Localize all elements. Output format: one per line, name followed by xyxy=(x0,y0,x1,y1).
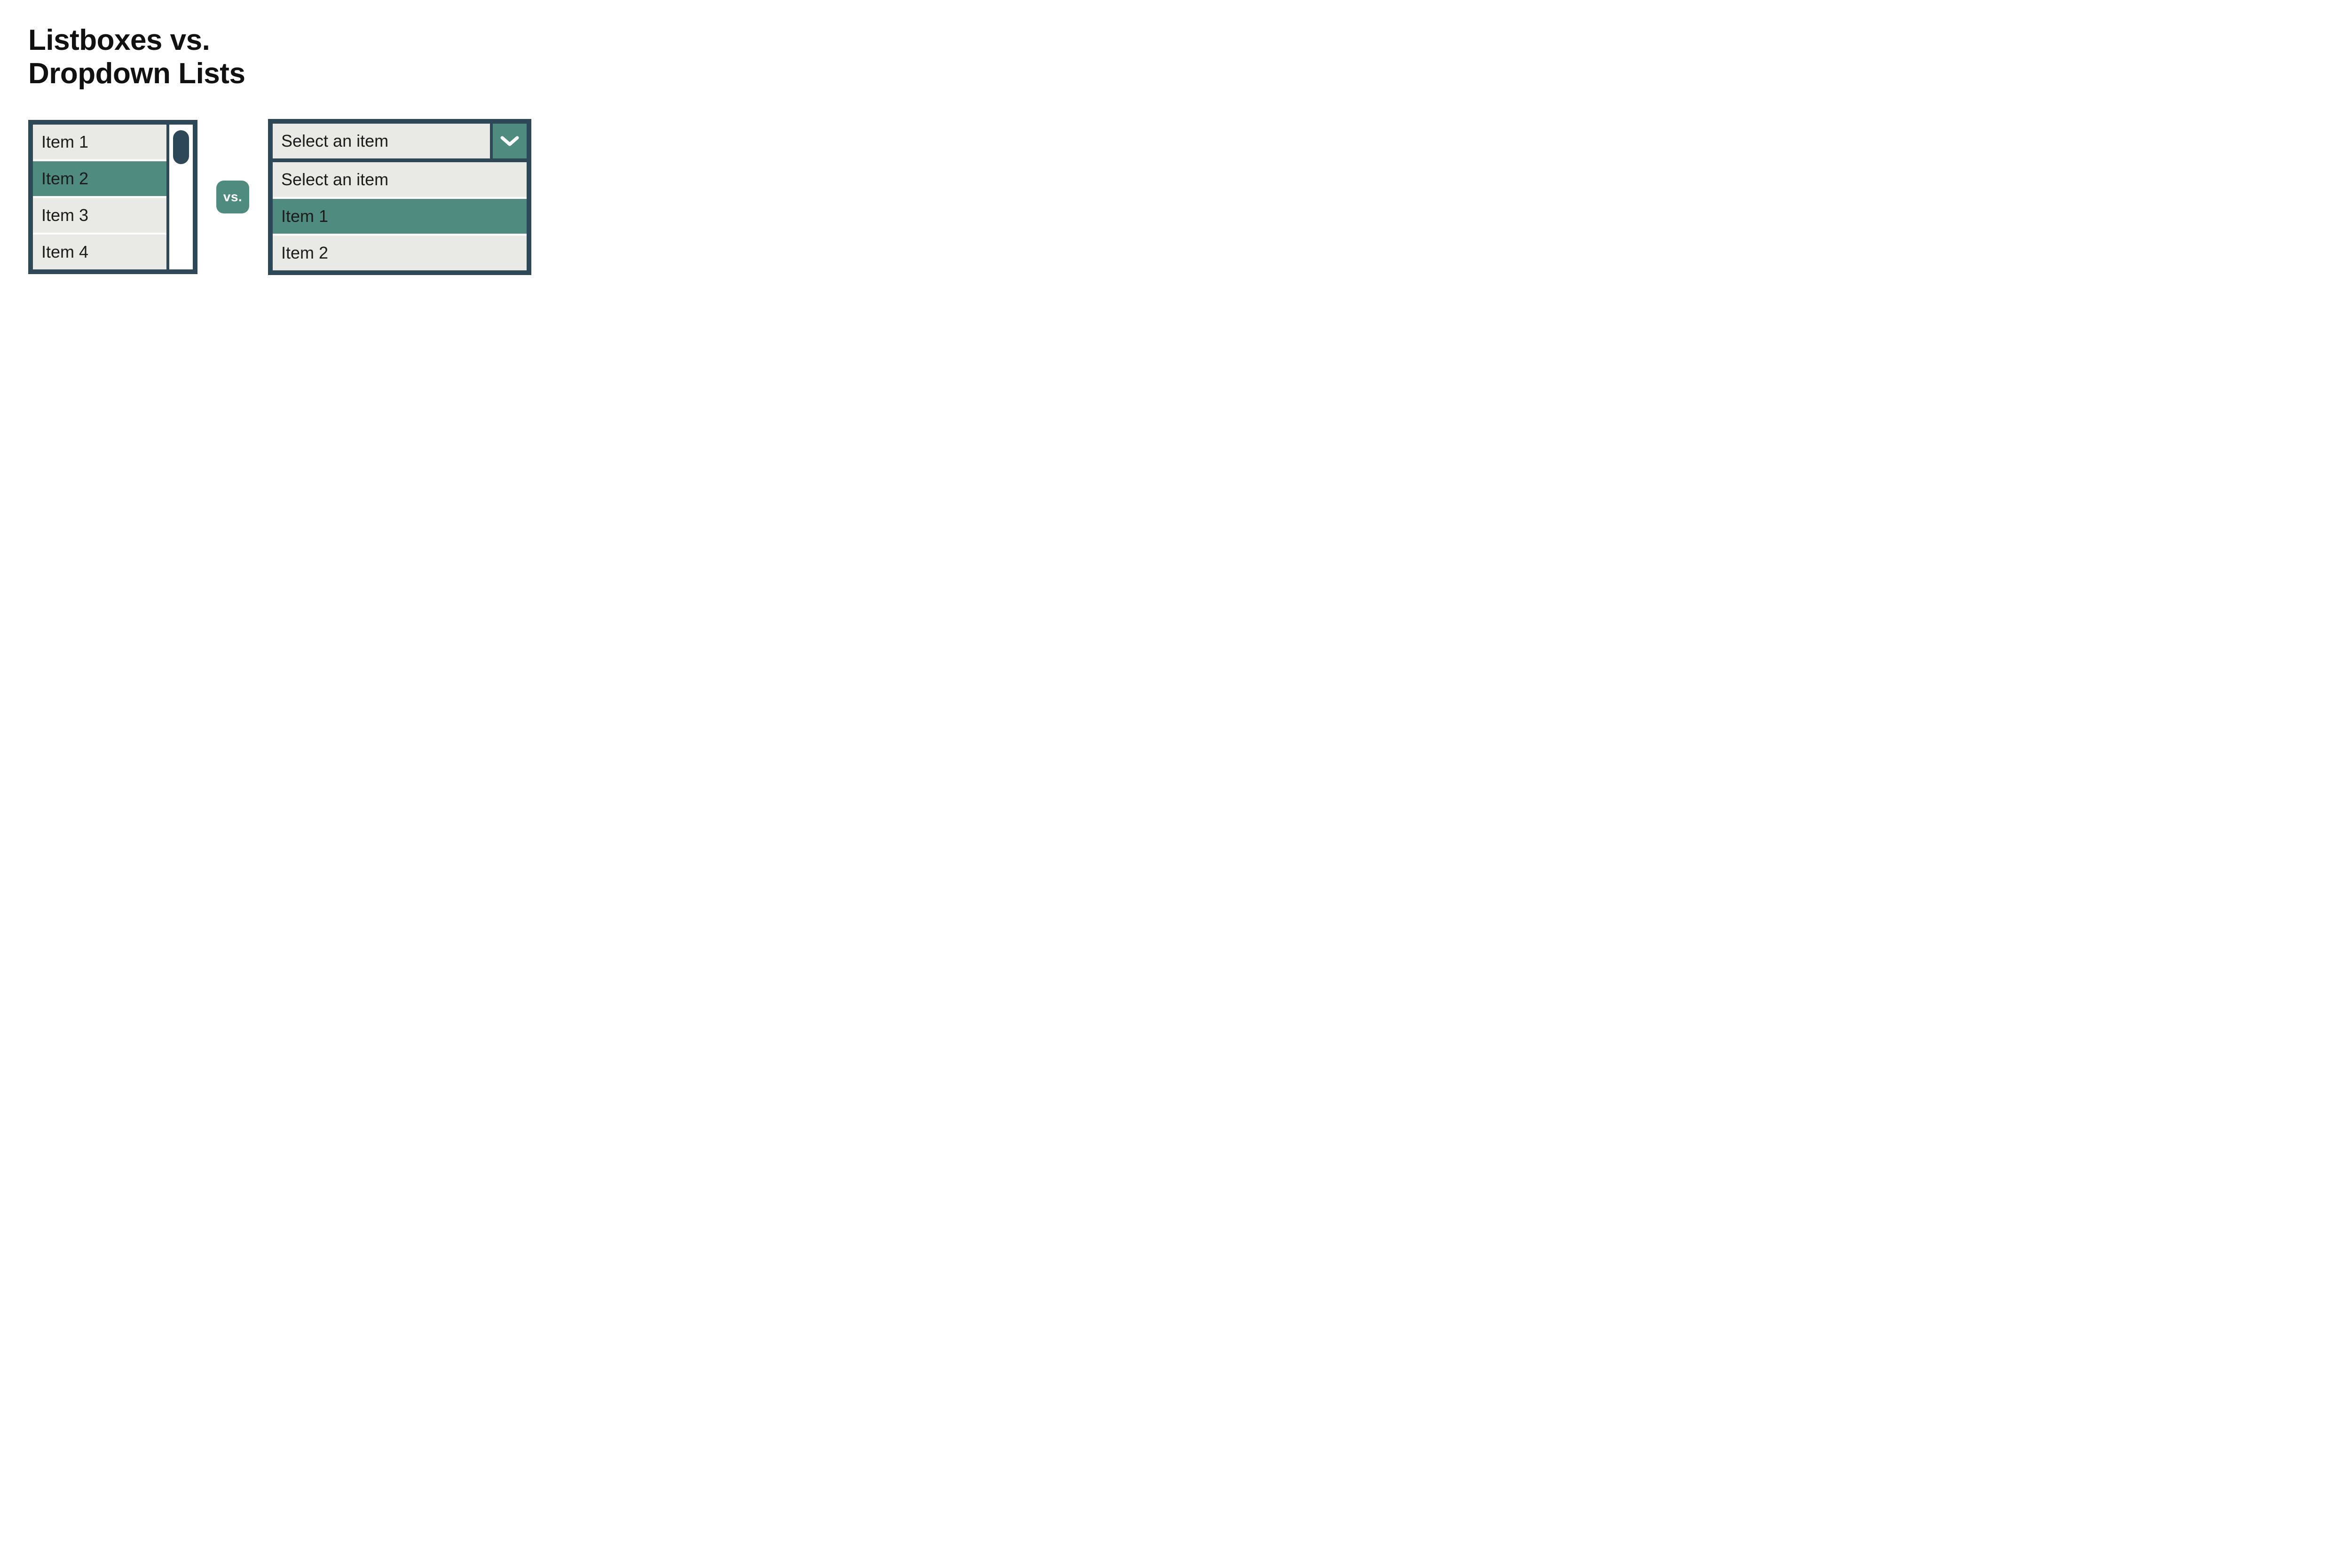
dropdown-item-label: Item 1 xyxy=(281,206,328,226)
listbox-item-label: Item 2 xyxy=(41,169,88,188)
listbox-item[interactable]: Item 3 xyxy=(33,198,166,235)
page-title: Listboxes vs. Dropdown Lists xyxy=(28,24,677,91)
dropdown-item[interactable]: Item 1 xyxy=(273,199,527,236)
listbox-item[interactable]: Item 2 xyxy=(33,161,166,198)
vs-label: vs. xyxy=(223,189,242,205)
dropdown-trigger-label: Select an item xyxy=(273,124,490,158)
vs-badge: vs. xyxy=(216,181,249,213)
dropdown-item[interactable]: Item 2 xyxy=(273,236,527,270)
listbox-items: Item 1 Item 2 Item 3 Item 4 xyxy=(33,125,166,269)
dropdown-item[interactable]: Select an item xyxy=(273,162,527,199)
listbox-item-label: Item 4 xyxy=(41,242,88,261)
dropdown-item-label: Select an item xyxy=(281,170,388,189)
comparison-row: Item 1 Item 2 Item 3 Item 4 vs. Select a… xyxy=(28,119,677,275)
listbox-item-label: Item 1 xyxy=(41,132,88,151)
dropdown-trigger[interactable]: Select an item xyxy=(273,124,527,162)
listbox-item-label: Item 3 xyxy=(41,205,88,225)
listbox-item[interactable]: Item 1 xyxy=(33,125,166,161)
page-title-line1: Listboxes vs. xyxy=(28,24,210,56)
dropdown: Select an item Select an item Item 1 Ite… xyxy=(268,119,531,275)
chevron-down-icon[interactable] xyxy=(490,124,527,158)
dropdown-item-label: Item 2 xyxy=(281,243,328,262)
listbox-item[interactable]: Item 4 xyxy=(33,235,166,269)
listbox[interactable]: Item 1 Item 2 Item 3 Item 4 xyxy=(28,120,197,274)
page-title-line2: Dropdown Lists xyxy=(28,57,245,90)
scrollbar-thumb[interactable] xyxy=(173,130,189,164)
scrollbar[interactable] xyxy=(166,125,193,269)
